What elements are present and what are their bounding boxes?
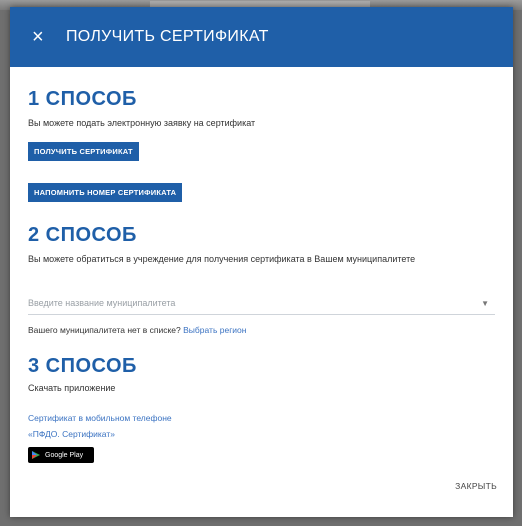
hint-text: Вашего муниципалитета нет в списке? xyxy=(28,325,181,335)
certificate-dialog: × ПОЛУЧИТЬ СЕРТИФИКАТ 1 СПОСОБ Вы можете… xyxy=(10,7,513,517)
close-button[interactable]: ЗАКРЫТЬ xyxy=(455,481,497,491)
dialog-body: 1 СПОСОБ Вы можете подать электронную за… xyxy=(10,88,513,463)
method-3-title: 3 СПОСОБ xyxy=(28,355,137,377)
dialog-header: × ПОЛУЧИТЬ СЕРТИФИКАТ xyxy=(10,7,513,67)
mobile-certificate-link[interactable]: Сертификат в мобильном телефоне xyxy=(28,413,495,423)
method-2-title: 2 СПОСОБ xyxy=(28,224,137,246)
municipality-input[interactable] xyxy=(28,298,468,308)
select-region-link[interactable]: Выбрать регион xyxy=(183,325,246,335)
method-2-description: Вы можете обратиться в учреждение для по… xyxy=(28,254,416,264)
get-certificate-button[interactable]: ПОЛУЧИТЬ СЕРТИФИКАТ xyxy=(28,142,139,161)
app-name-link[interactable]: «ПФДО. Сертификат» xyxy=(28,429,495,439)
method-3-description: Скачать приложение xyxy=(28,383,116,393)
method-1-description: Вы можете подать электронную заявку на с… xyxy=(28,118,256,128)
municipality-hint: Вашего муниципалитета нет в списке? Выбр… xyxy=(28,325,495,335)
close-icon[interactable]: × xyxy=(32,27,50,47)
chevron-down-icon[interactable]: ▼ xyxy=(481,299,489,308)
google-play-icon xyxy=(32,451,40,459)
google-play-badge[interactable]: Google Play xyxy=(28,447,94,463)
google-play-label: Google Play xyxy=(45,451,84,459)
remind-number-button[interactable]: НАПОМНИТЬ НОМЕР СЕРТИФИКАТА xyxy=(28,183,183,202)
municipality-select[interactable]: ▼ xyxy=(28,292,495,315)
dialog-title: ПОЛУЧИТЬ СЕРТИФИКАТ xyxy=(66,28,269,45)
method-1-title: 1 СПОСОБ xyxy=(28,88,137,110)
